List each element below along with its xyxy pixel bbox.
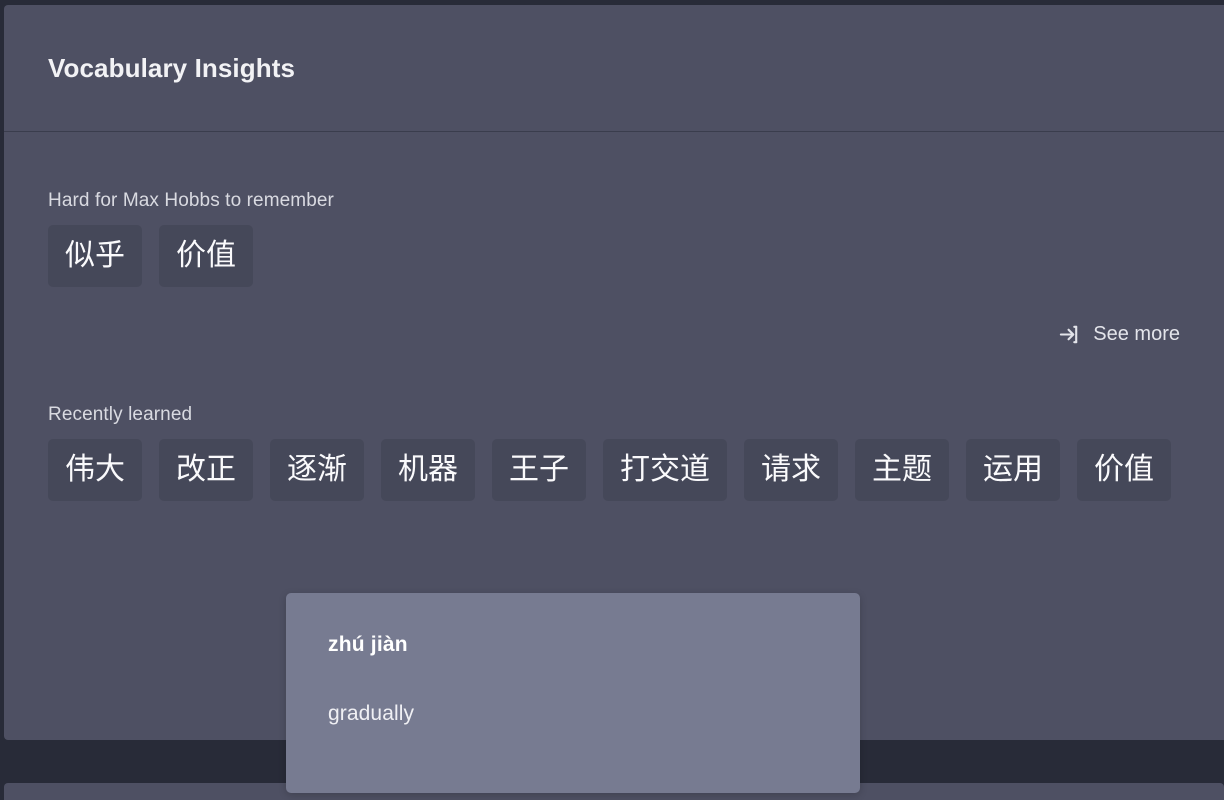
recently-learned-chip-row: 伟大 改正 逐渐 机器 王子 打交道 请求 主题 运用 价值 bbox=[48, 439, 1180, 501]
word-chip[interactable]: 伟大 bbox=[48, 439, 142, 501]
word-chip[interactable]: 似乎 bbox=[48, 225, 142, 287]
hard-words-label: Hard for Max Hobbs to remember bbox=[48, 190, 334, 211]
word-chip[interactable]: 价值 bbox=[159, 225, 253, 287]
card-body: Hard for Max Hobbs to remember 似乎 价值 See… bbox=[4, 132, 1224, 501]
word-chip[interactable]: 机器 bbox=[381, 439, 475, 501]
app-root: Vocabulary Insights Hard for Max Hobbs t… bbox=[0, 0, 1224, 800]
word-chip[interactable]: 价值 bbox=[1077, 439, 1171, 501]
word-chip[interactable]: 打交道 bbox=[603, 439, 727, 501]
card-header: Vocabulary Insights bbox=[4, 5, 1224, 132]
word-chip[interactable]: 王子 bbox=[492, 439, 586, 501]
tooltip-meaning: gradually bbox=[328, 702, 415, 725]
page-title: Vocabulary Insights bbox=[48, 52, 296, 83]
word-chip[interactable]: 运用 bbox=[966, 439, 1060, 501]
tooltip-pinyin: zhú jiàn bbox=[328, 633, 408, 656]
recently-learned-label: Recently learned bbox=[48, 404, 193, 425]
see-more-button[interactable]: See more bbox=[1058, 323, 1180, 346]
recently-learned-section: Recently learned 伟大 改正 逐渐 机器 王子 打交道 请求 主… bbox=[48, 404, 1180, 501]
word-chip[interactable]: 逐渐 bbox=[270, 439, 364, 501]
log-in-arrow-icon bbox=[1058, 323, 1081, 346]
word-tooltip: zhú jiàn gradually bbox=[286, 593, 860, 793]
hard-words-section: Hard for Max Hobbs to remember 似乎 价值 bbox=[48, 190, 1180, 287]
see-more-row: See more bbox=[48, 323, 1180, 346]
word-chip[interactable]: 请求 bbox=[744, 439, 838, 501]
see-more-label: See more bbox=[1093, 323, 1180, 345]
word-chip[interactable]: 改正 bbox=[159, 439, 253, 501]
hard-words-chip-row: 似乎 价值 bbox=[48, 225, 1180, 287]
word-chip[interactable]: 主题 bbox=[855, 439, 949, 501]
